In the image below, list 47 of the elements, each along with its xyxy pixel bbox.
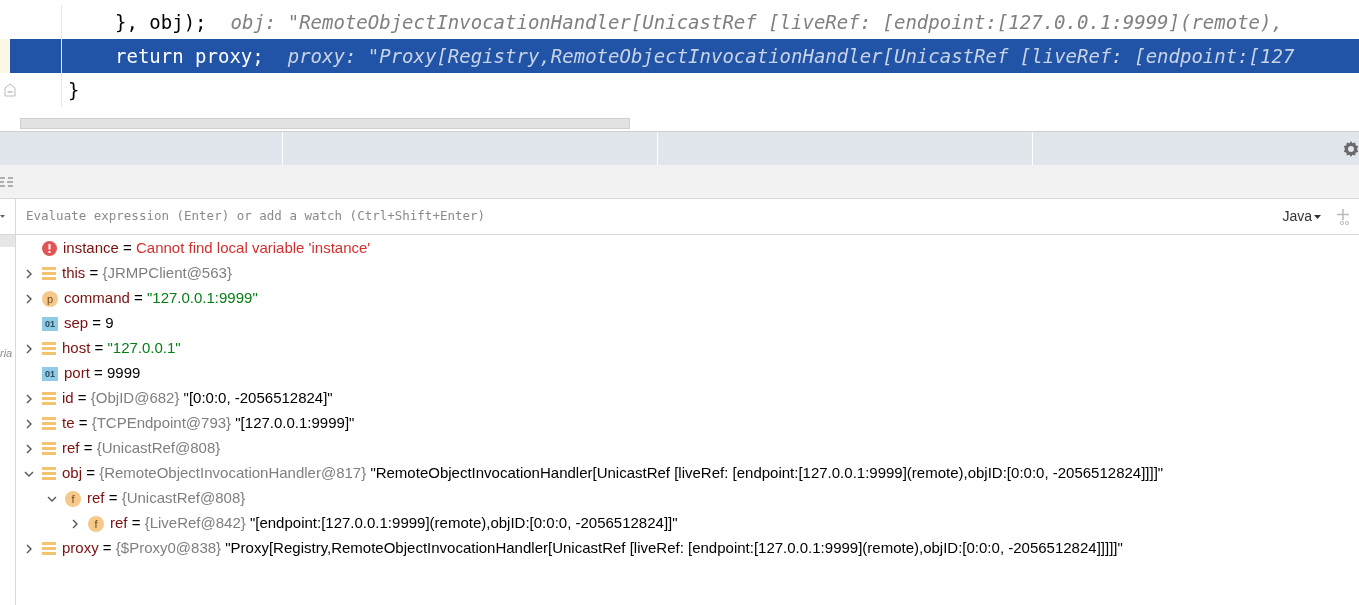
side-label: ria <box>0 346 14 361</box>
list-icon <box>42 267 56 280</box>
chevron-right-icon[interactable] <box>70 518 80 529</box>
code-line: return proxy; <box>115 43 264 69</box>
watch-field[interactable]: Evaluate expression (Enter) or add a watch (Ctrl+Shift+Enter) Java <box>16 199 1359 235</box>
variable-entry[interactable]: command = "127.0.0.1:9999" <box>64 287 258 310</box>
chevron-right-icon[interactable] <box>24 443 34 454</box>
code-line: } <box>68 77 80 103</box>
chevron-right-icon[interactable] <box>24 393 34 404</box>
inline-value-hint: proxy: "Proxy[Registry,RemoteObjectInvocationHandler[UnicastRef [liveRef: [endpoint:[127 <box>287 43 1295 69</box>
chevron-right-icon[interactable] <box>24 418 34 429</box>
variable-entry[interactable]: ref = {UnicastRef@808} <box>87 487 246 510</box>
primitive-icon: 01 <box>42 316 58 331</box>
list-icon <box>42 467 56 480</box>
caret-icon[interactable] <box>0 214 5 219</box>
side-panel-selection <box>0 235 15 247</box>
variable-entry[interactable]: obj = {RemoteObjectInvocationHandler@817} "RemoteObjectInvocationHandler[UnicastRef [liveRef: [endpoint:[127.0.0.1:9999](remote),objID:[0:0:0, -2056512824]]]]" <box>62 462 1164 485</box>
list-icon <box>42 542 56 555</box>
list-icon <box>42 342 56 355</box>
variable-entry[interactable]: ref = {LiveRef@842} "[endpoint:[127.0.0.1:9999](remote),objID:[0:0:0, -2056512824]]" <box>110 512 678 535</box>
caret-icon <box>1314 214 1321 219</box>
variable-entry[interactable]: this = {JRMPClient@563} <box>62 262 232 285</box>
list-icon <box>42 392 56 405</box>
primitive-icon: 01 <box>42 366 58 381</box>
inline-value-hint: obj: "RemoteObjectInvocationHandler[UnicastRef [liveRef: [endpoint:[127.0.0.1:9999](remote), <box>230 9 1283 35</box>
variable-entry[interactable]: sep = 9 <box>64 312 114 335</box>
list-icon <box>42 442 56 455</box>
language-dropdown[interactable]: Java <box>1282 206 1321 227</box>
code-line: }, obj); <box>115 9 207 35</box>
variable-entry[interactable]: proxy = {$Proxy0@838} "Proxy[Registry,RemoteObjectInvocationHandler[UnicastRef [liveRef: [endpoint:[127.0.0.1:9999](remote),objID:[0:0:0, -2056512824]]]]]" <box>62 537 1123 560</box>
variable-entry[interactable]: host = "127.0.0.1" <box>62 337 181 360</box>
field-icon: f <box>65 490 81 507</box>
variable-entry[interactable]: te = {TCPEndpoint@793} "[127.0.0.1:9999]" <box>62 412 355 435</box>
field-icon: f <box>88 515 104 532</box>
chevron-right-icon[interactable] <box>24 343 34 354</box>
horizontal-scrollbar[interactable] <box>20 118 630 129</box>
error-icon <box>42 241 57 256</box>
variable-entry[interactable]: port = 9999 <box>64 362 141 385</box>
variable-entry[interactable]: ref = {UnicastRef@808} <box>62 437 221 460</box>
chevron-right-icon[interactable] <box>24 543 34 554</box>
chevron-right-icon[interactable] <box>24 293 34 304</box>
settings-icon[interactable] <box>1343 140 1359 157</box>
parameter-icon: p <box>42 290 58 307</box>
list-icon <box>42 417 56 430</box>
variable-entry[interactable]: instance = Cannot find local variable 'instance' <box>63 237 371 260</box>
chevron-right-icon[interactable] <box>24 268 34 279</box>
variable-entry[interactable]: id = {ObjID@682} "[0:0:0, -2056512824]" <box>62 387 333 410</box>
